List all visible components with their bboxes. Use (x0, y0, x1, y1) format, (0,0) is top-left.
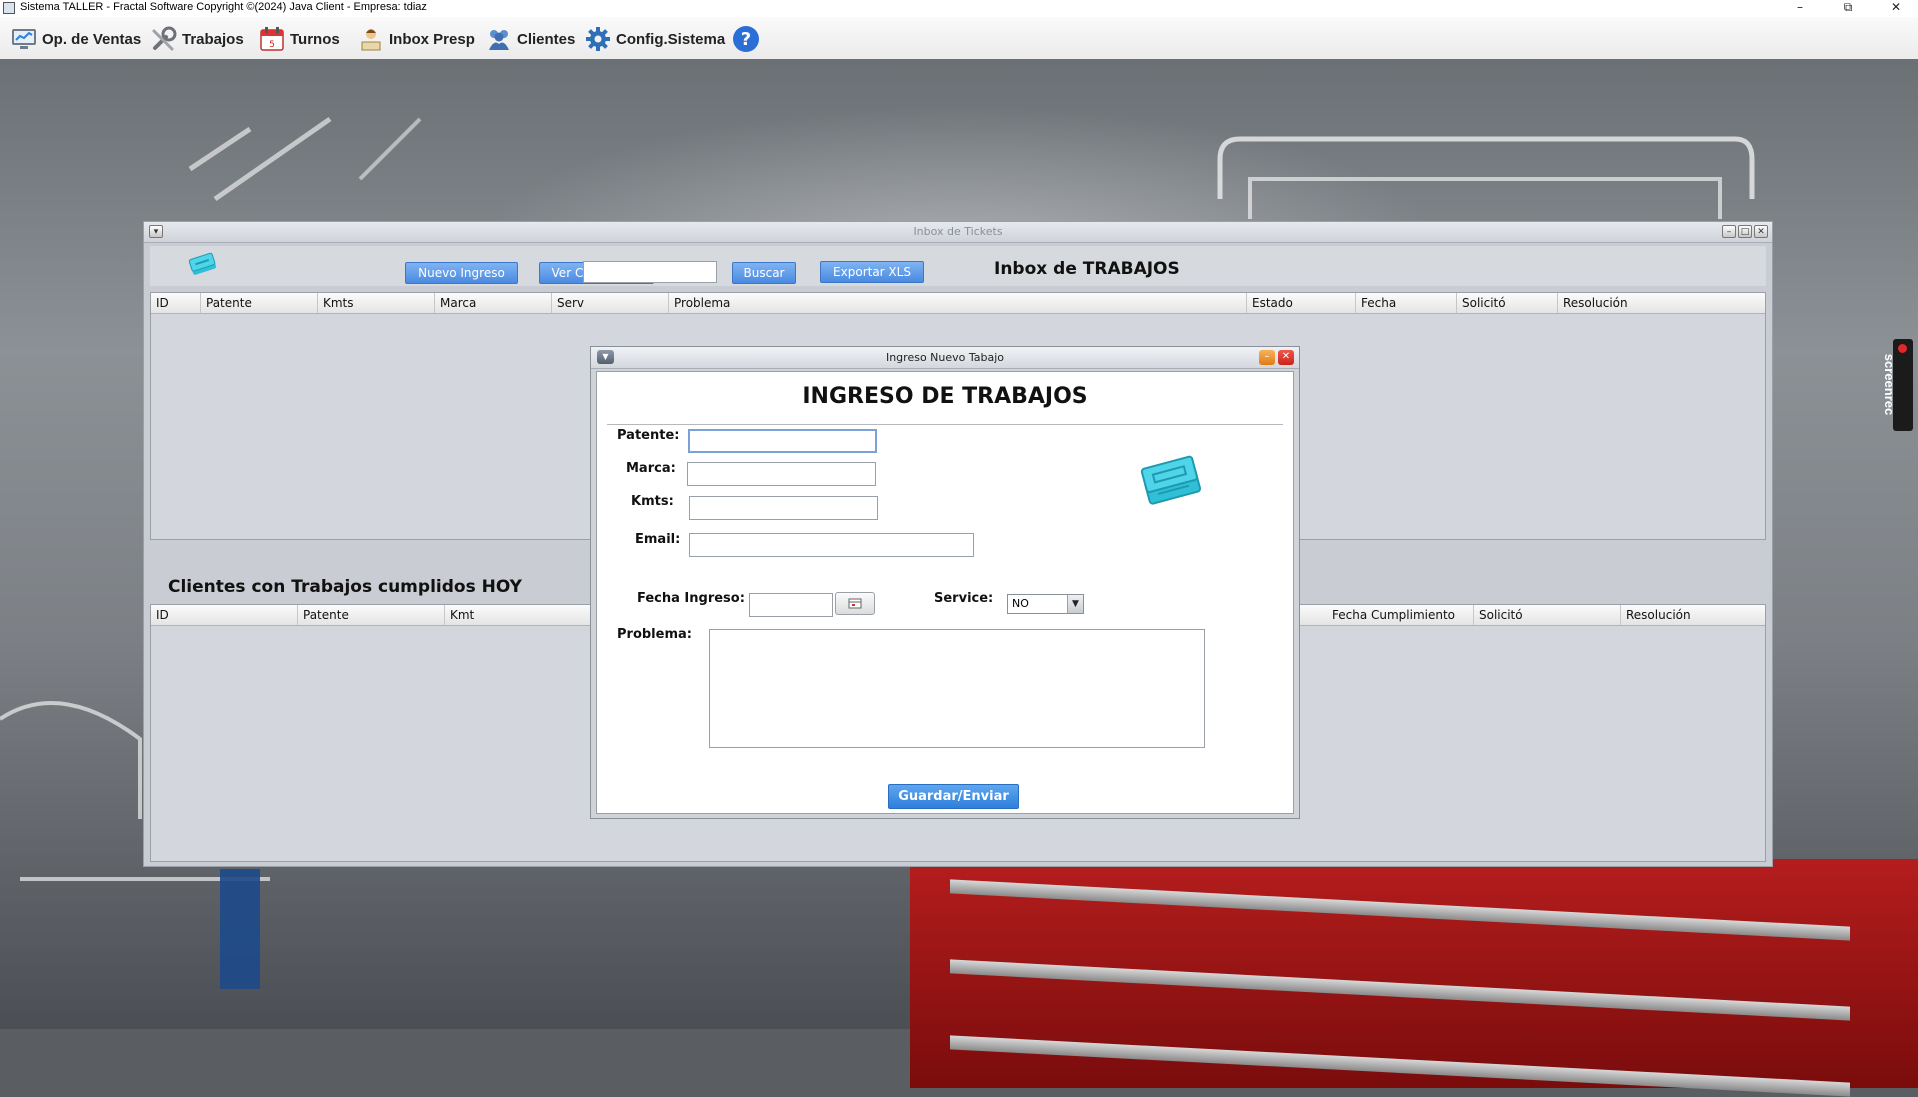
service-label: Service: (934, 591, 994, 606)
search-input[interactable] (583, 261, 717, 283)
help-icon: ? (732, 25, 760, 53)
guardar-enviar-button[interactable]: Guardar/Enviar (888, 784, 1019, 809)
window-title: Sistema TALLER - Fractal Software Copyri… (20, 1, 427, 13)
column-header[interactable]: Resolución (1621, 605, 1765, 625)
column-header[interactable]: Fecha (1356, 293, 1457, 313)
column-header[interactable]: Serv (552, 293, 669, 313)
menu-label: Trabajos (182, 30, 244, 48)
screenrec-badge: screenrec (1882, 339, 1913, 431)
problema-textarea[interactable] (709, 629, 1205, 748)
chevron-down-icon[interactable]: ▼ (1067, 595, 1083, 613)
menu-turnos[interactable]: 5 Turnos (258, 25, 340, 53)
record-dot-icon (1898, 344, 1907, 353)
marca-label: Marca: (626, 461, 676, 476)
maximize-icon[interactable]: ⧉ (1828, 0, 1868, 17)
menu-help[interactable]: ? (732, 25, 760, 53)
inbox-toolbar: Nuevo Ingreso Ver Clumplidos Buscar Expo… (150, 246, 1766, 286)
column-header[interactable]: Fecha Cumplimiento (1327, 605, 1474, 625)
menu-label: Turnos (290, 30, 340, 48)
menu-op-ventas[interactable]: Op. de Ventas (10, 25, 141, 53)
users-icon (485, 25, 513, 53)
menu-config-sistema[interactable]: Config.Sistema (584, 25, 725, 53)
close-icon[interactable]: ✕ (1876, 0, 1916, 17)
inbox-titlebar[interactable]: ▾ Inbox de Tickets – □ ✕ (144, 222, 1772, 243)
main-menubar: Op. de Ventas Trabajos 5 Turnos Inbox Pr… (0, 17, 1918, 60)
red-toolbox (910, 859, 1918, 1097)
email-label: Email: (635, 532, 681, 547)
maximize-icon[interactable]: □ (1738, 225, 1752, 238)
column-header[interactable]: Patente (298, 605, 445, 625)
service-value: NO (1012, 597, 1029, 610)
service-select[interactable]: NO ▼ (1007, 594, 1084, 614)
menu-label: Inbox Presp (389, 30, 475, 48)
column-header[interactable]: Kmts (318, 293, 435, 313)
buscar-button[interactable]: Buscar (732, 262, 796, 284)
monitor-chart-icon (10, 25, 38, 53)
fecha-ingreso-label: Fecha Ingreso: (637, 591, 745, 606)
calendar-picker-button[interactable] (835, 592, 875, 615)
minimize-icon[interactable]: – (1722, 225, 1736, 238)
svg-text:5: 5 (269, 40, 275, 50)
dialog-body: INGRESO DE TRABAJOS Patente: Marca: Kmts… (596, 371, 1294, 814)
patente-label: Patente: (617, 428, 680, 443)
fecha-ingreso-input[interactable] (749, 593, 833, 617)
divider (607, 424, 1283, 425)
calendar-icon: 5 (258, 25, 286, 53)
app-icon (3, 2, 15, 14)
calendar-icon (848, 598, 862, 609)
menu-label: Config.Sistema (616, 30, 726, 48)
clients-heading: Clientes con Trabajos cumplidos HOY (168, 577, 522, 597)
menu-clientes[interactable]: Clientes (485, 25, 575, 53)
column-header[interactable]: ID (151, 293, 201, 313)
svg-text:?: ? (741, 29, 751, 50)
menu-label: Clientes (517, 30, 576, 48)
menu-trabajos[interactable]: Trabajos (150, 25, 244, 53)
dialog-title: Ingreso Nuevo Tabajo (885, 351, 1005, 364)
kmts-label: Kmts: (631, 494, 674, 509)
column-header[interactable]: ID (151, 605, 298, 625)
email-input[interactable] (689, 533, 974, 557)
wrench-icon (150, 25, 178, 53)
kmts-input[interactable] (689, 496, 878, 520)
person-icon (357, 25, 385, 53)
gear-icon (584, 25, 612, 53)
inbox-title: Inbox de Tickets (913, 225, 1003, 238)
problema-label: Problema: (617, 627, 692, 642)
menu-label: Op. de Ventas (42, 30, 142, 48)
column-header[interactable]: Resolución (1558, 293, 1765, 313)
inbox-heading: Inbox de TRABAJOS (994, 259, 1180, 279)
minimize-icon[interactable]: – (1259, 350, 1275, 365)
column-header[interactable]: Kmt (445, 605, 592, 625)
nuevo-ingreso-button[interactable]: Nuevo Ingreso (405, 262, 518, 284)
table-header: ID Patente Kmts Marca Serv Problema Esta… (151, 293, 1765, 314)
window-titlebar: Sistema TALLER - Fractal Software Copyri… (0, 0, 1918, 17)
form-title: INGRESO DE TRABAJOS (802, 384, 1088, 409)
exportar-xls-button[interactable]: Exportar XLS (820, 261, 924, 283)
column-header[interactable]: Solicitó (1474, 605, 1621, 625)
marca-input[interactable] (687, 462, 876, 486)
column-header[interactable]: Patente (201, 293, 318, 313)
column-header[interactable]: Solicitó (1457, 293, 1558, 313)
screenrec-label: screenrec (1882, 353, 1898, 416)
close-icon[interactable]: ✕ (1278, 350, 1294, 365)
menu-inbox-presp[interactable]: Inbox Presp (357, 25, 475, 53)
ingreso-nuevo-trabajo-dialog: ▼ Ingreso Nuevo Tabajo – ✕ INGRESO DE TR… (590, 346, 1300, 819)
dialog-titlebar[interactable]: ▼ Ingreso Nuevo Tabajo – ✕ (591, 347, 1299, 369)
ticket-icon (188, 252, 218, 281)
column-header[interactable]: Problema (669, 293, 1247, 313)
patente-input[interactable] (688, 429, 877, 453)
column-header[interactable]: Marca (435, 293, 552, 313)
minimize-icon[interactable]: – (1780, 0, 1820, 17)
close-icon[interactable]: ✕ (1754, 225, 1768, 238)
ticket-icon (1140, 452, 1204, 519)
column-header[interactable]: Estado (1247, 293, 1356, 313)
